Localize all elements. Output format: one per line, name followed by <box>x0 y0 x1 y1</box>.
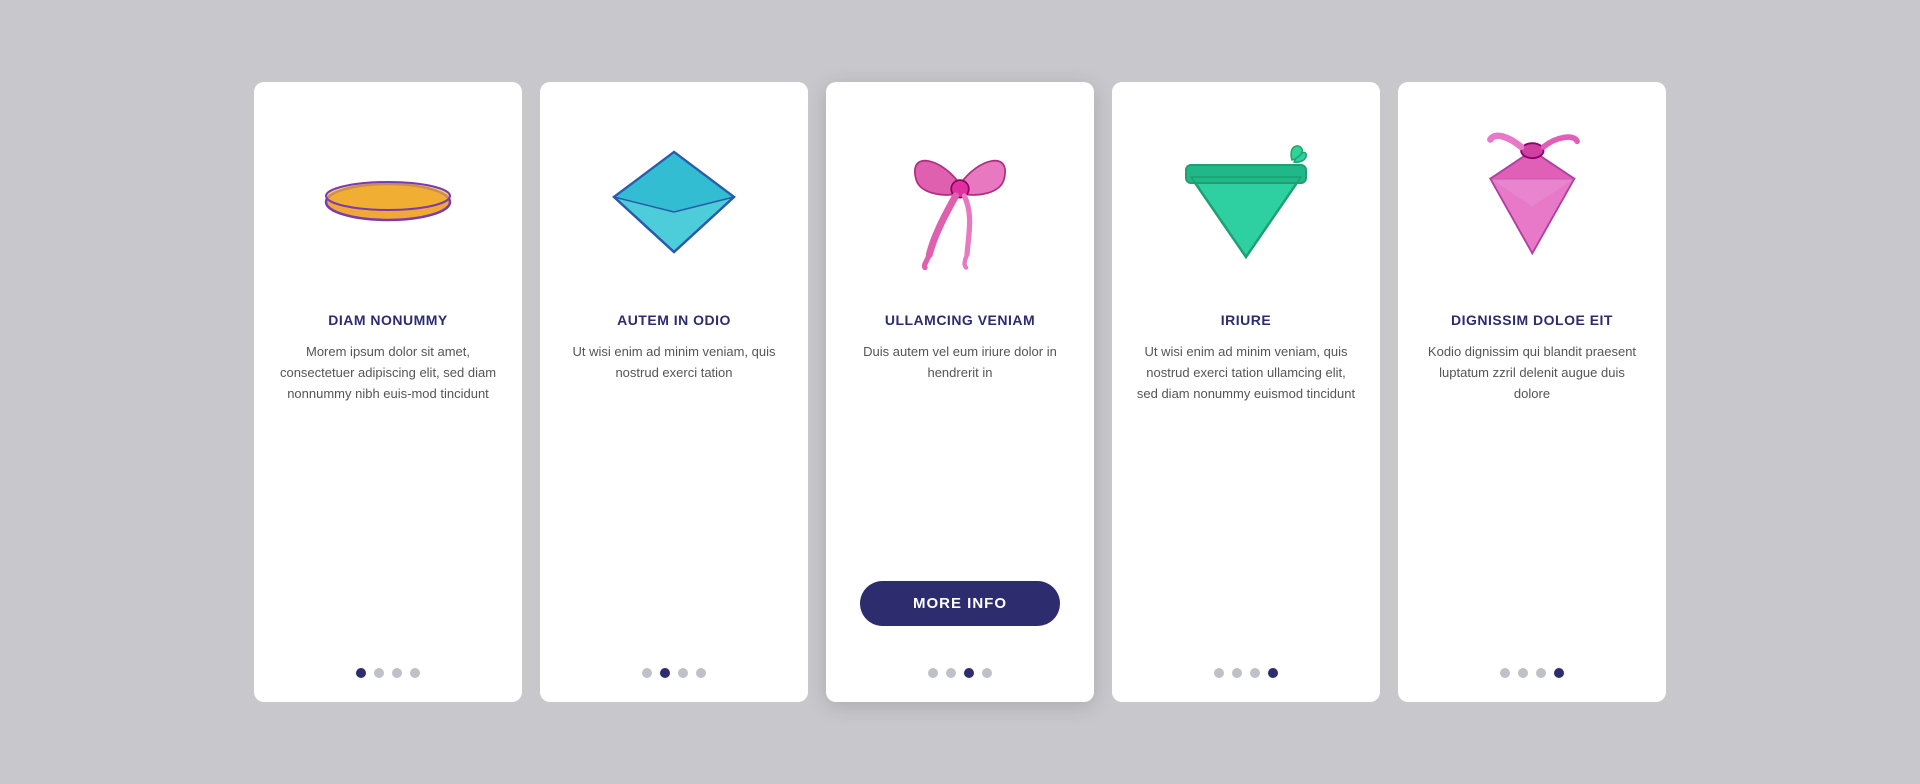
dot-active <box>1268 668 1278 678</box>
dot-active <box>964 668 974 678</box>
knotted-bandana-icon <box>1467 132 1598 272</box>
dot <box>374 668 384 678</box>
dot <box>642 668 652 678</box>
card-3-dots <box>928 650 992 678</box>
dot <box>1518 668 1528 678</box>
dot <box>946 668 956 678</box>
card-3-text: Duis autem vel eum iriure dolor in hendr… <box>850 342 1070 563</box>
card-4-title: IRIURE <box>1221 312 1271 328</box>
bandana-square-icon <box>1176 137 1316 267</box>
more-info-button[interactable]: MORE INFO <box>860 581 1060 626</box>
card-2-dots <box>642 650 706 678</box>
card-1-text: Morem ipsum dolor sit amet, consectetuer… <box>278 342 498 650</box>
card-1-icon-area <box>278 112 498 292</box>
card-4-icon-area <box>1136 112 1356 292</box>
card-3-title: ULLAMCING VENIAM <box>885 312 1035 328</box>
card-4: IRIURE Ut wisi enim ad minim veniam, qui… <box>1112 82 1380 702</box>
folded-bandana-icon <box>604 142 744 262</box>
card-2: AUTEM IN ODIO Ut wisi enim ad minim veni… <box>540 82 808 702</box>
card-5-icon-area <box>1422 112 1642 292</box>
dot <box>696 668 706 678</box>
cards-container: DIAM NONUMMY Morem ipsum dolor sit amet,… <box>214 42 1706 742</box>
card-1-dots <box>356 650 420 678</box>
dot <box>1250 668 1260 678</box>
card-2-icon-area <box>564 112 784 292</box>
card-2-title: AUTEM IN ODIO <box>617 312 731 328</box>
card-1-title: DIAM NONUMMY <box>328 312 448 328</box>
card-3-icon-area <box>850 112 1070 292</box>
dot-active <box>356 668 366 678</box>
hair-bow-icon <box>890 132 1030 272</box>
card-5-dots <box>1500 650 1564 678</box>
dot <box>410 668 420 678</box>
card-5: DIGNISSIM DOLOE EIT Kodio dignissim qui … <box>1398 82 1666 702</box>
headband-flat-icon <box>318 162 458 242</box>
card-1: DIAM NONUMMY Morem ipsum dolor sit amet,… <box>254 82 522 702</box>
card-5-title: DIGNISSIM DOLOE EIT <box>1451 312 1613 328</box>
dot <box>1232 668 1242 678</box>
dot <box>1214 668 1224 678</box>
dot-active <box>660 668 670 678</box>
dot <box>928 668 938 678</box>
dot <box>392 668 402 678</box>
card-4-dots <box>1214 650 1278 678</box>
dot <box>1500 668 1510 678</box>
card-5-text: Kodio dignissim qui blandit praesent lup… <box>1422 342 1642 650</box>
dot <box>1536 668 1546 678</box>
card-3: ULLAMCING VENIAM Duis autem vel eum iriu… <box>826 82 1094 702</box>
dot <box>982 668 992 678</box>
card-2-text: Ut wisi enim ad minim veniam, quis nostr… <box>564 342 784 650</box>
dot-active <box>1554 668 1564 678</box>
dot <box>678 668 688 678</box>
card-4-text: Ut wisi enim ad minim veniam, quis nostr… <box>1136 342 1356 650</box>
